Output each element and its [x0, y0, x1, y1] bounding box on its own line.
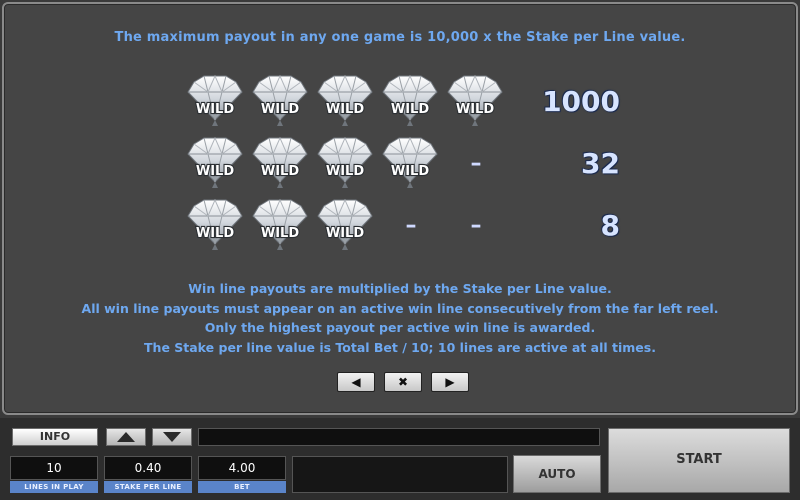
paytable-navigation: ◀ ✖ ▶	[337, 372, 477, 394]
payout-row-4: WILD WILD WILD WILD – 32	[186, 136, 646, 194]
wild-text: WILD	[196, 102, 234, 117]
wild-diamond-icon: WILD	[316, 74, 374, 132]
rule-line: The Stake per line value is Total Bet / …	[144, 339, 656, 355]
diamond-graphic: WILD	[317, 136, 373, 188]
triangle-left-icon: ◀	[351, 375, 361, 389]
info-button[interactable]: INFO	[12, 428, 98, 446]
wild-text: WILD	[261, 102, 299, 117]
payout-amount: 1000	[542, 85, 620, 118]
wild-text: WILD	[326, 226, 364, 241]
decrease-stake-button[interactable]	[152, 428, 192, 446]
empty-reel-dash: –	[470, 151, 482, 176]
empty-reel-dash: –	[405, 213, 417, 238]
paytable-panel: The maximum payout in any one game is 10…	[2, 2, 798, 415]
diamond-graphic: WILD	[187, 74, 243, 126]
payout-row-5: WILD WILD WILD WILD WILD 1000	[186, 74, 646, 132]
wild-text: WILD	[196, 164, 234, 179]
start-button[interactable]: START	[608, 428, 790, 493]
triangle-down-icon	[163, 432, 181, 442]
diamond-graphic: WILD	[382, 74, 438, 126]
wild-diamond-icon: WILD	[316, 198, 374, 256]
max-payout-text: The maximum payout in any one game is 10…	[114, 30, 686, 45]
diamond-graphic: WILD	[252, 198, 308, 250]
wild-text: WILD	[196, 226, 234, 241]
triangle-right-icon: ▶	[445, 375, 455, 389]
bet-label: BET	[198, 481, 286, 493]
lines-in-play-value: 10	[10, 456, 98, 480]
wild-diamond-icon: WILD	[251, 136, 309, 194]
wild-diamond-icon: WILD	[186, 136, 244, 194]
rules-text: Win line payouts are multiplied by the S…	[4, 279, 796, 357]
wild-text: WILD	[326, 164, 364, 179]
payout-amount: 8	[600, 209, 620, 242]
stake-per-line-value: 0.40	[104, 456, 192, 480]
message-bar	[198, 428, 600, 446]
wild-diamond-icon: WILD	[446, 74, 504, 132]
triangle-up-icon	[117, 432, 135, 442]
payout-row-3: WILD WILD WILD – – 8	[186, 198, 646, 256]
diamond-graphic: WILD	[317, 74, 373, 126]
wild-text: WILD	[261, 164, 299, 179]
wild-diamond-icon: WILD	[186, 198, 244, 256]
rule-line: All win line payouts must appear on an a…	[81, 300, 719, 316]
win-display	[292, 456, 508, 493]
auto-button[interactable]: AUTO	[513, 455, 601, 493]
control-panel: INFO 10 LINES IN PLAY 0.40 STAKE PER LIN…	[0, 418, 800, 500]
rule-line: Win line payouts are multiplied by the S…	[188, 281, 612, 296]
wild-text: WILD	[391, 164, 429, 179]
wild-text: WILD	[261, 226, 299, 241]
diamond-graphic: WILD	[447, 74, 503, 126]
close-paytable-button[interactable]: ✖	[384, 372, 422, 392]
next-page-button[interactable]: ▶	[431, 372, 469, 392]
diamond-graphic: WILD	[252, 136, 308, 188]
diamond-graphic: WILD	[187, 198, 243, 250]
lines-in-play-label: LINES IN PLAY	[10, 481, 98, 493]
empty-reel-dash: –	[470, 213, 482, 238]
wild-text: WILD	[456, 102, 494, 117]
diamond-graphic: WILD	[187, 136, 243, 188]
prev-page-button[interactable]: ◀	[337, 372, 375, 392]
bet-value: 4.00	[198, 456, 286, 480]
wild-diamond-icon: WILD	[251, 198, 309, 256]
rule-line: Only the highest payout per active win l…	[204, 320, 596, 335]
stake-per-line-label: STAKE PER LINE	[104, 481, 192, 493]
wild-diamond-icon: WILD	[316, 136, 374, 194]
increase-stake-button[interactable]	[106, 428, 146, 446]
diamond-graphic: WILD	[317, 198, 373, 250]
wild-text: WILD	[326, 102, 364, 117]
close-icon: ✖	[397, 375, 409, 389]
payout-amount: 32	[581, 147, 620, 180]
wild-diamond-icon: WILD	[381, 74, 439, 132]
wild-diamond-icon: WILD	[186, 74, 244, 132]
diamond-graphic: WILD	[252, 74, 308, 126]
wild-diamond-icon: WILD	[381, 136, 439, 194]
wild-diamond-icon: WILD	[251, 74, 309, 132]
diamond-graphic: WILD	[382, 136, 438, 188]
wild-text: WILD	[391, 102, 429, 117]
